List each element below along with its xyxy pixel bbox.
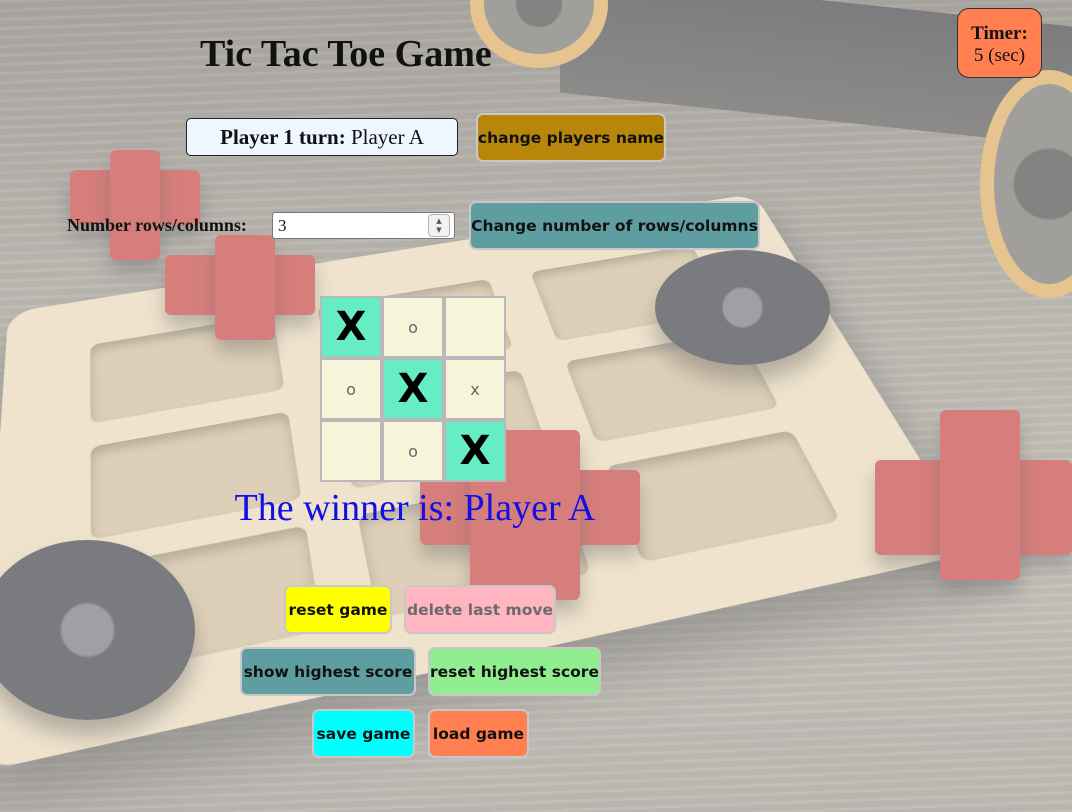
board-cell-r1-c0[interactable]: o [320, 358, 382, 420]
winner-message: The winner is: Player A [234, 487, 596, 529]
show-highest-score-button[interactable]: show highest score [240, 647, 416, 696]
reset-highest-score-button[interactable]: reset highest score [428, 647, 601, 696]
board-cell-r0-c1[interactable]: o [382, 296, 444, 358]
board-cell-r0-c2[interactable] [444, 296, 506, 358]
save-game-button[interactable]: save game [312, 709, 415, 758]
page-title: Tic Tac Toe Game [200, 33, 492, 75]
board-cell-r1-c1[interactable]: X [382, 358, 444, 420]
load-game-button[interactable]: load game [428, 709, 529, 758]
turn-label: Player 1 turn: [220, 125, 346, 149]
game-ui: Tic Tac Toe Game Timer: 5 (sec) Player 1… [0, 0, 1072, 812]
change-players-name-button[interactable]: change players name [476, 113, 666, 162]
board-cell-r0-c0[interactable]: X [320, 296, 382, 358]
rows-columns-label: Number rows/columns: [67, 215, 247, 235]
spinner-up-icon[interactable]: ▲ [436, 217, 441, 226]
spinner-down-icon[interactable]: ▼ [436, 226, 441, 235]
delete-last-move-button[interactable]: delete last move [404, 585, 556, 634]
board-cell-r2-c1[interactable]: o [382, 420, 444, 482]
reset-game-button[interactable]: reset game [284, 585, 392, 634]
number-spinner-arrows-icon[interactable]: ▲ ▼ [428, 214, 450, 237]
player-turn-display: Player 1 turn: Player A [186, 118, 458, 156]
timer-label: Timer: [971, 23, 1028, 44]
board-cell-r1-c2[interactable]: x [444, 358, 506, 420]
current-player-name: Player A [350, 125, 424, 149]
game-board: XooXxoX [320, 296, 506, 482]
timer-value: 5 (sec) [973, 45, 1026, 66]
timer-badge: Timer: 5 (sec) [957, 8, 1042, 78]
change-rows-columns-button[interactable]: Change number of rows/columns [469, 201, 760, 250]
board-cell-r2-c0[interactable] [320, 420, 382, 482]
board-cell-r2-c2[interactable]: X [444, 420, 506, 482]
